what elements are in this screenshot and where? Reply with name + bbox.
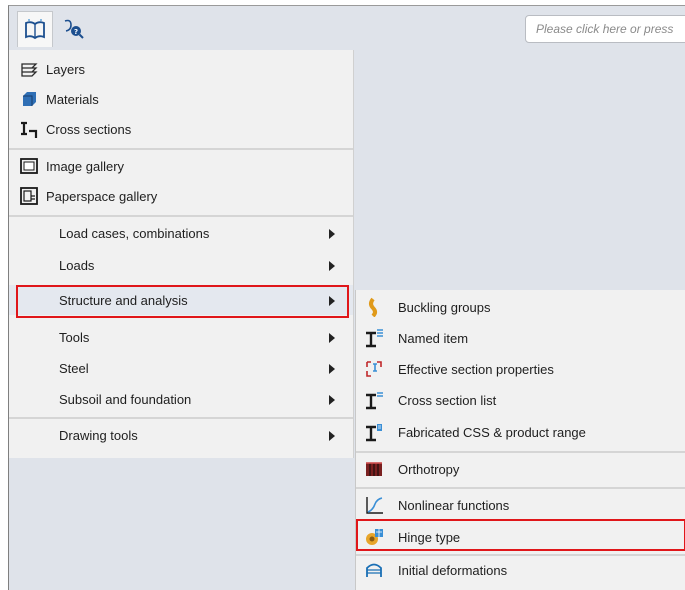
paperspace-gallery-icon xyxy=(20,187,38,205)
chevron-right-icon xyxy=(329,395,335,405)
submenu-item-nonlinear-functions[interactable]: Nonlinear functions xyxy=(356,490,685,520)
menu-item-layers[interactable]: Layers xyxy=(9,54,353,84)
menu-item-label: Structure and analysis xyxy=(59,292,188,308)
toolbar: ? Please click here or press xyxy=(9,6,685,50)
chevron-right-icon xyxy=(329,333,335,343)
menu-item-materials[interactable]: Materials xyxy=(9,84,353,114)
menu-item-label: Tools xyxy=(59,329,90,345)
separator xyxy=(9,148,353,150)
main-menu: Layers Materials Cross sections Image ga… xyxy=(9,50,354,458)
menu-item-label: Image gallery xyxy=(46,158,125,174)
submenu-item-cross-section-list[interactable]: Cross section list xyxy=(356,385,685,415)
separator xyxy=(356,451,685,453)
named-item-icon xyxy=(366,329,383,348)
separator xyxy=(356,487,685,489)
command-line-input[interactable]: Please click here or press xyxy=(525,15,685,43)
submenu-item-label: Initial deformations xyxy=(398,562,508,578)
initial-deformations-icon xyxy=(366,563,382,577)
menu-item-drawing-tools[interactable]: Drawing tools xyxy=(9,420,353,450)
menu-item-label: Load cases, combinations xyxy=(59,225,210,241)
separator xyxy=(9,417,353,419)
submenu-item-label: Named item xyxy=(398,330,469,346)
submenu-structure-analysis: Buckling groups Named item Effective sec… xyxy=(355,290,685,590)
effective-section-icon xyxy=(366,361,382,377)
main-menu-tab[interactable] xyxy=(17,11,53,47)
menu-item-tools[interactable]: Tools xyxy=(9,322,353,352)
menu-item-label: Layers xyxy=(46,61,86,77)
submenu-item-initial-deformations[interactable]: Initial deformations xyxy=(356,555,685,585)
submenu-item-fabricated-css[interactable]: Fabricated CSS & product range xyxy=(356,417,685,447)
menu-item-label: Steel xyxy=(59,360,89,376)
menu-item-load-cases[interactable]: Load cases, combinations xyxy=(9,218,353,248)
menu-item-subsoil[interactable]: Subsoil and foundation xyxy=(9,384,353,414)
submenu-item-named-item[interactable]: Named item xyxy=(356,323,685,353)
menu-item-label: Paperspace gallery xyxy=(46,188,158,204)
menu-item-steel[interactable]: Steel xyxy=(9,353,353,383)
submenu-item-hinge-type[interactable]: Hinge type xyxy=(356,522,685,552)
submenu-item-label: Buckling groups xyxy=(398,299,491,315)
application-frame: ? Please click here or press Layers Mate… xyxy=(8,5,685,590)
menu-item-label: Materials xyxy=(46,91,99,107)
buckling-groups-icon xyxy=(369,297,377,317)
menu-item-paperspace-gallery[interactable]: Paperspace gallery xyxy=(9,181,353,211)
submenu-item-label: Orthotropy xyxy=(398,461,460,477)
separator xyxy=(9,215,353,217)
chevron-right-icon xyxy=(329,431,335,441)
menu-item-structure-analysis[interactable]: Structure and analysis xyxy=(9,285,353,315)
help-tab[interactable]: ? xyxy=(55,11,91,47)
submenu-item-label: Effective section properties xyxy=(398,361,554,377)
menu-item-loads[interactable]: Loads xyxy=(9,250,353,280)
layers-icon xyxy=(21,63,38,77)
submenu-item-effective-section[interactable]: Effective section properties xyxy=(356,354,685,384)
orthotropy-icon xyxy=(366,462,382,476)
submenu-item-label: Hinge type xyxy=(398,529,461,545)
menu-item-label: Subsoil and foundation xyxy=(59,391,192,407)
search-help-icon: ? xyxy=(64,19,84,39)
cross-section-icon xyxy=(21,121,38,138)
chevron-right-icon xyxy=(329,261,335,271)
menu-item-label: Drawing tools xyxy=(59,427,138,443)
svg-text:?: ? xyxy=(74,28,78,36)
submenu-item-buckling-groups[interactable]: Buckling groups xyxy=(356,292,685,322)
cross-section-list-icon xyxy=(366,392,383,410)
menu-item-cross-sections[interactable]: Cross sections xyxy=(9,114,353,144)
materials-icon xyxy=(23,92,36,106)
book-icon xyxy=(25,18,45,39)
submenu-item-label: Nonlinear functions xyxy=(398,497,510,513)
image-gallery-icon xyxy=(20,158,38,174)
hinge-type-icon xyxy=(366,529,383,545)
menu-item-image-gallery[interactable]: Image gallery xyxy=(9,151,353,181)
chevron-right-icon xyxy=(329,229,335,239)
fabricated-css-icon xyxy=(366,424,382,442)
menu-item-label: Loads xyxy=(59,257,95,273)
chevron-right-icon xyxy=(329,364,335,374)
submenu-item-label: Fabricated CSS & product range xyxy=(398,424,586,440)
chevron-right-icon xyxy=(329,296,335,306)
nonlinear-functions-icon xyxy=(366,497,383,514)
submenu-item-label: Cross section list xyxy=(398,392,497,408)
submenu-item-orthotropy[interactable]: Orthotropy xyxy=(356,454,685,484)
menu-item-label: Cross sections xyxy=(46,121,132,137)
